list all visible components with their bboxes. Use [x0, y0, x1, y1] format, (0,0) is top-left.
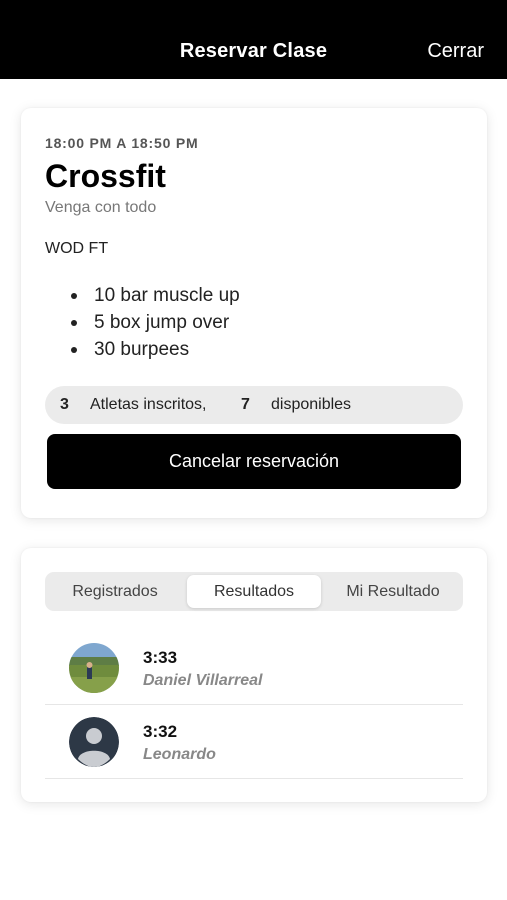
bullet-icon — [71, 320, 77, 326]
results-tabs: Registrados Resultados Mi Resultado — [45, 572, 463, 611]
tab-registrados[interactable]: Registrados — [45, 572, 185, 611]
available-label: disponibles — [271, 396, 352, 413]
tab-resultados[interactable]: Resultados — [187, 575, 321, 608]
photo-avatar-icon — [69, 643, 119, 693]
available-count: 7 — [241, 396, 250, 413]
wod-list: 10 bar muscle up 5 box jump over 30 burp… — [71, 282, 240, 363]
navigation-bar: Reservar Clase Cerrar — [0, 0, 507, 79]
enrolled-count: 3 — [60, 396, 69, 413]
wod-item: 5 box jump over — [71, 309, 240, 336]
class-subtitle: Venga con todo — [45, 199, 157, 216]
default-person-avatar-icon — [69, 717, 119, 767]
result-athlete-name: Daniel Villarreal — [143, 672, 263, 689]
class-card: 18:00 PM A 18:50 PM Crossfit Venga con t… — [21, 108, 487, 518]
results-card: Registrados Resultados Mi Resultado 3:33… — [21, 548, 487, 802]
wod-item: 10 bar muscle up — [71, 282, 240, 309]
athletes-summary: 3 Atletas inscritos, 7 disponibles — [45, 386, 463, 424]
close-button[interactable]: Cerrar — [427, 40, 484, 63]
bullet-icon — [71, 347, 77, 353]
result-time: 3:33 — [143, 648, 178, 667]
class-time-range: 18:00 PM A 18:50 PM — [45, 135, 199, 151]
wod-title: WOD FT — [45, 240, 109, 257]
wod-item: 30 burpees — [71, 336, 240, 363]
result-athlete-name: Leonardo — [143, 746, 216, 763]
tab-mi-resultado[interactable]: Mi Resultado — [323, 572, 463, 611]
bullet-icon — [71, 293, 77, 299]
enrolled-label: Atletas inscritos, — [90, 396, 207, 413]
class-name: Crossfit — [45, 158, 166, 194]
result-row[interactable]: 3:33 Daniel Villarreal — [45, 631, 463, 705]
cancel-reservation-button[interactable]: Cancelar reservación — [47, 434, 461, 489]
result-row[interactable]: 3:32 Leonardo — [45, 705, 463, 779]
result-time: 3:32 — [143, 722, 178, 741]
